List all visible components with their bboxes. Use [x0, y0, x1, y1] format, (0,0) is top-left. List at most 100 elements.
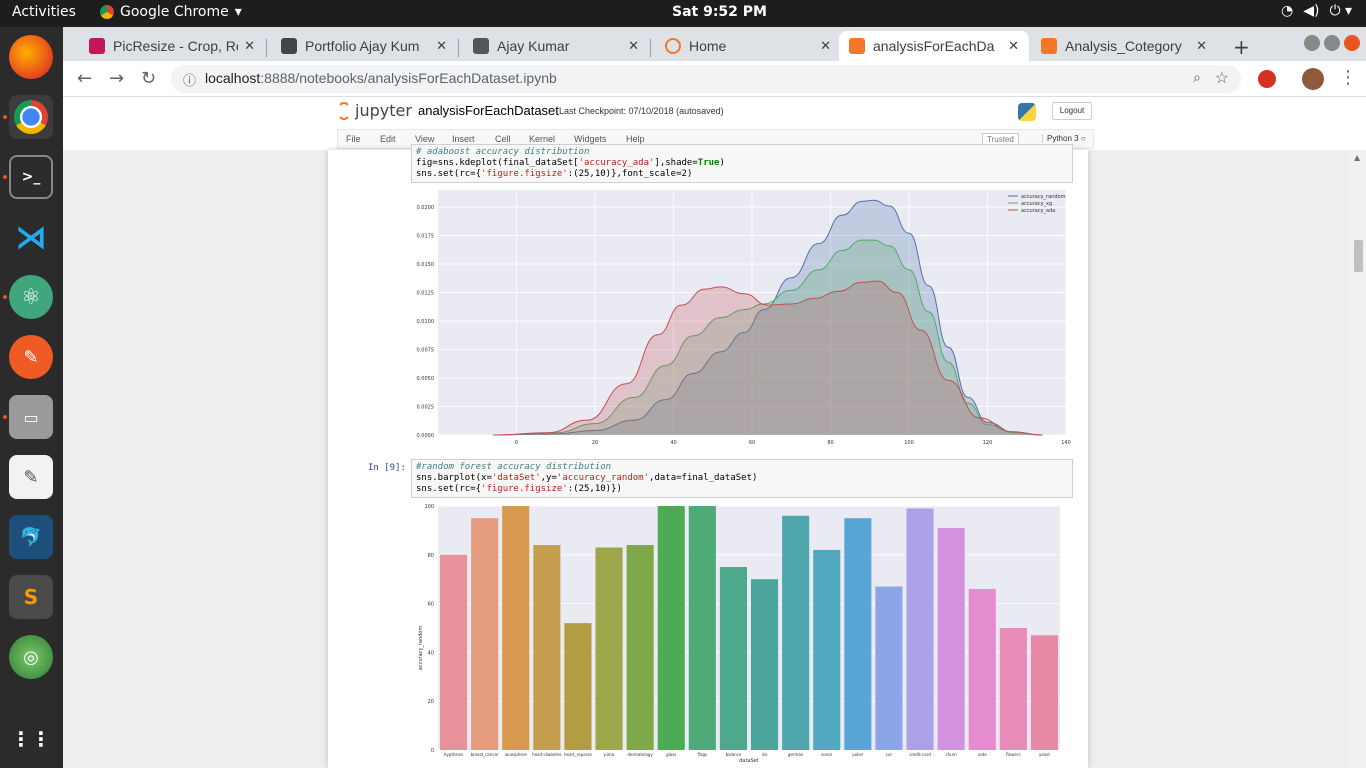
files-icon[interactable]: ▭ — [9, 395, 53, 439]
bar-flowers — [999, 628, 1027, 750]
info-icon[interactable]: ⓘ — [183, 70, 196, 89]
mysql-workbench-icon[interactable]: 🐬 — [9, 515, 53, 559]
tab-separator — [458, 39, 459, 57]
forward-button[interactable]: → — [109, 68, 124, 89]
checkpoint-status: Last Checkpoint: 07/10/2018 (autosaved) — [559, 106, 724, 116]
page-scrollbar[interactable]: ▲ — [1350, 150, 1366, 768]
zoom-icon[interactable]: ⌕ — [1193, 69, 1201, 86]
terminal-icon[interactable]: >_ — [9, 155, 53, 199]
jupyter-header: jupyter analysisForEachDataset Last Chec… — [63, 97, 1366, 129]
x-tick-label: iris — [762, 752, 768, 757]
menu-cell[interactable]: Cell — [495, 134, 511, 144]
volume-icon: ◀) — [1303, 3, 1320, 19]
menu-kernel[interactable]: Kernel — [529, 134, 555, 144]
tab-picresize[interactable]: PicResize - Crop, Re ✕ — [79, 31, 265, 61]
system-tray[interactable]: ◔ ◀) ⏻ ▾ — [1281, 3, 1352, 19]
vscode-icon[interactable]: ⋊ — [9, 215, 53, 259]
y-tick-label: 0.0100 — [417, 319, 435, 325]
tab-ajay-kumar[interactable]: Ajay Kumar ✕ — [463, 31, 649, 61]
bar-iris — [751, 579, 779, 750]
tab-portfolio[interactable]: Portfolio Ajay Kum ✕ — [271, 31, 457, 61]
activities-button[interactable]: Activities — [12, 4, 76, 20]
close-icon[interactable]: ✕ — [436, 38, 447, 54]
text-editor-icon[interactable]: ✎ — [9, 455, 53, 499]
menu-view[interactable]: View — [415, 134, 434, 144]
chrome-icon[interactable] — [9, 95, 53, 139]
python-logo-icon — [1018, 103, 1036, 121]
x-tick-label: car — [886, 752, 893, 757]
wifi-icon: ◔ — [1280, 3, 1294, 19]
x-tick-label: vote — [978, 752, 987, 757]
tab-analysis-for-each-dataset[interactable]: analysisForEachDa ✕ — [839, 31, 1029, 61]
tab-title: Home — [689, 38, 727, 54]
bar-churn — [937, 527, 965, 750]
x-tick-label: ionosphere — [505, 752, 528, 757]
x-tick-label: sonar — [821, 752, 833, 757]
x-tick-label: 80 — [827, 440, 833, 446]
new-tab-button[interactable]: + — [1233, 35, 1250, 59]
menu-help[interactable]: Help — [626, 134, 645, 144]
y-tick-label: 0.0000 — [417, 433, 435, 439]
code-token: ],shade= — [654, 158, 698, 168]
kernel-idle-icon: ○ — [1080, 134, 1086, 143]
menu-insert[interactable]: Insert — [452, 134, 475, 144]
reload-button[interactable]: ↻ — [141, 68, 156, 89]
x-tick-label: pima — [604, 752, 615, 757]
menu-widgets[interactable]: Widgets — [574, 134, 607, 144]
show-apps-icon[interactable]: ⋮⋮ — [9, 717, 53, 761]
clock[interactable]: Sat 9:52 PM — [672, 4, 767, 20]
page-icon — [473, 38, 489, 54]
code-keyword: True — [697, 158, 720, 168]
x-tick-label: flags — [698, 752, 708, 757]
x-tick-label: hypthesis — [444, 752, 463, 757]
close-icon[interactable]: ✕ — [1008, 38, 1019, 54]
chrome-menu-icon[interactable]: ⋮ — [1339, 67, 1357, 88]
back-button[interactable]: ← — [77, 68, 92, 89]
chevron-down-icon: ▾ — [234, 4, 242, 20]
power-icon: ⏻ ▾ — [1329, 3, 1352, 19]
x-tick-label: yeast — [1039, 752, 1050, 757]
sublime-text-icon[interactable]: S — [9, 575, 53, 619]
y-tick-label: 80 — [428, 553, 434, 559]
extension-icon[interactable] — [1258, 70, 1276, 88]
tab-home[interactable]: Home ✕ — [655, 31, 841, 61]
y-tick-label: 0.0150 — [417, 262, 435, 268]
bookmark-star-icon[interactable]: ☆ — [1215, 68, 1229, 88]
close-icon[interactable]: ✕ — [1196, 38, 1207, 54]
tab-title: Analysis_Cotegory — [1065, 38, 1182, 54]
bar-pima — [595, 547, 623, 750]
avatar[interactable] — [1302, 68, 1324, 90]
jupyter-logo-icon — [337, 101, 351, 120]
kde-plot: 0 20 40 60 80 100 120 140 0.0000 0.0025 0.0050 0.00… — [417, 190, 1071, 446]
atom-icon[interactable]: ⚛ — [9, 275, 53, 319]
tab-analysis-category[interactable]: Analysis_Cotegory ✕ — [1031, 31, 1217, 61]
y-tick-label: 0.0175 — [417, 234, 435, 240]
menu-edit[interactable]: Edit — [380, 134, 396, 144]
close-icon[interactable]: ✕ — [244, 38, 255, 54]
notebook-name[interactable]: analysisForEachDataset — [418, 103, 559, 118]
x-tick-label: 40 — [670, 440, 676, 446]
scrollbar-thumb[interactable] — [1354, 240, 1363, 272]
globe-icon[interactable]: ◎ — [9, 635, 53, 679]
scroll-up-icon[interactable]: ▲ — [1354, 153, 1360, 162]
close-window-button[interactable] — [1344, 35, 1360, 51]
bar-breast_cancer — [471, 518, 499, 750]
minimize-button[interactable] — [1304, 35, 1320, 51]
close-icon[interactable]: ✕ — [628, 38, 639, 54]
maximize-button[interactable] — [1324, 35, 1340, 51]
app-menu[interactable]: Google Chrome ▾ — [100, 4, 242, 20]
menu-file[interactable]: File — [346, 134, 361, 144]
firefox-icon[interactable] — [9, 35, 53, 79]
code-cell-barplot[interactable]: #random forest accuracy distribution sns… — [411, 459, 1073, 498]
close-icon[interactable]: ✕ — [820, 38, 831, 54]
notebook-icon — [849, 38, 865, 54]
jupyter-icon — [665, 38, 681, 54]
postman-icon[interactable]: ✎ — [9, 335, 53, 379]
code-cell-kdeplot[interactable]: # adaboost accuracy distribution fig=sns… — [411, 144, 1073, 183]
jupyter-logo[interactable]: jupyter — [337, 101, 412, 120]
logout-button[interactable]: Logout — [1052, 102, 1092, 120]
code-token: fig=sns.kdeplot(final_dataSet[ — [416, 158, 579, 168]
bar-ionosphere — [502, 506, 530, 750]
page-icon — [281, 38, 297, 54]
address-bar[interactable]: ⓘ localhost:8888/notebooks/analysisForEa… — [171, 65, 1241, 93]
